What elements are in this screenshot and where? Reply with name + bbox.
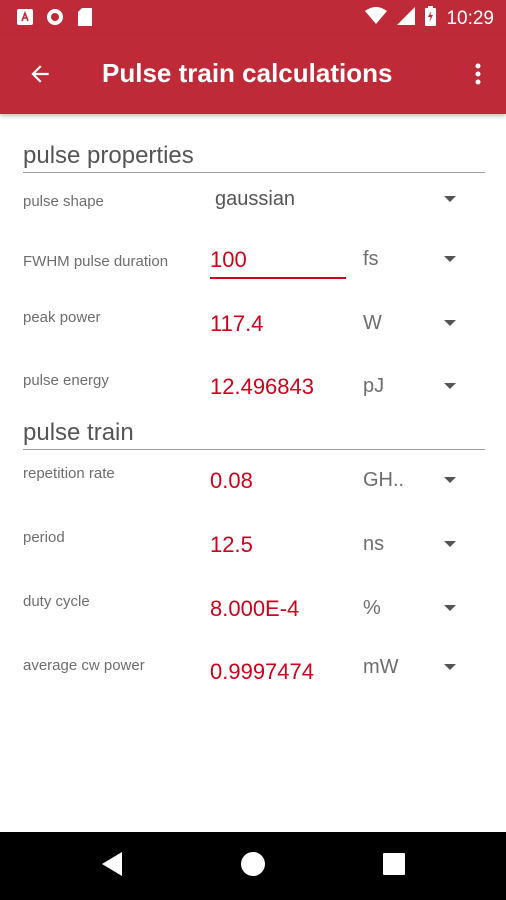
- pulse-shape-dropdown-icon[interactable]: [444, 196, 456, 202]
- repetition-rate-value[interactable]: 0.08: [210, 468, 253, 494]
- repetition-rate-label: repetition rate: [23, 465, 115, 482]
- nav-back-button[interactable]: [97, 850, 129, 882]
- app-a-icon: [16, 8, 34, 26]
- period-value[interactable]: 12.5: [210, 532, 253, 558]
- duty-cycle-value[interactable]: 8.000E-4: [210, 596, 299, 622]
- average-cw-power-unit-dropdown-icon[interactable]: [444, 664, 456, 670]
- nav-home-icon: [241, 851, 265, 881]
- fwhm-unit-dropdown-icon[interactable]: [444, 256, 456, 262]
- duty-cycle-unit-dropdown-icon[interactable]: [444, 605, 456, 611]
- fwhm-label: FWHM pulse duration: [23, 253, 169, 270]
- section-header-pulse-properties: pulse properties: [23, 142, 485, 173]
- peak-power-unit-select[interactable]: W: [363, 312, 382, 335]
- pulse-energy-value[interactable]: 12.496843: [210, 374, 314, 400]
- average-cw-power-value[interactable]: 0.9997474: [210, 659, 314, 685]
- period-label: period: [23, 529, 65, 546]
- period-unit-dropdown-icon[interactable]: [444, 541, 456, 547]
- status-bar: 10:29: [0, 0, 506, 34]
- pulse-energy-unit-dropdown-icon[interactable]: [444, 383, 456, 389]
- wifi-icon: [365, 7, 388, 31]
- status-left-icons: [16, 8, 94, 26]
- repetition-rate-unit-dropdown-icon[interactable]: [444, 477, 456, 483]
- fwhm-input-underline: [210, 277, 346, 279]
- pulse-shape-select[interactable]: gaussian: [215, 188, 295, 211]
- overflow-menu-button[interactable]: [464, 56, 492, 96]
- signal-icon: [397, 7, 416, 31]
- back-button[interactable]: [20, 56, 60, 96]
- battery-charging-icon: [425, 6, 437, 32]
- average-cw-power-unit-select[interactable]: mW: [363, 656, 399, 679]
- system-nav-bar: [0, 832, 506, 900]
- status-time: 10:29: [446, 8, 494, 29]
- peak-power-value[interactable]: 117.4: [210, 311, 263, 337]
- repetition-rate-unit-select[interactable]: GH..: [363, 469, 404, 492]
- nav-back-icon: [102, 851, 124, 881]
- page-title: Pulse train calculations: [102, 58, 393, 88]
- duty-cycle-label: duty cycle: [23, 593, 90, 610]
- record-icon: [46, 8, 64, 26]
- sd-card-icon: [76, 8, 94, 26]
- nav-home-button[interactable]: [237, 850, 269, 882]
- peak-power-label: peak power: [23, 309, 101, 326]
- status-right: 10:29: [365, 6, 494, 32]
- fwhm-input[interactable]: 100: [210, 247, 247, 273]
- back-arrow-icon: [27, 61, 53, 92]
- average-cw-power-label: average cw power: [23, 657, 145, 674]
- nav-recents-button[interactable]: [378, 850, 410, 882]
- nav-recents-icon: [383, 852, 405, 880]
- duty-cycle-unit-select[interactable]: %: [363, 597, 381, 620]
- overflow-menu-icon: [475, 62, 481, 91]
- pulse-energy-unit-select[interactable]: pJ: [363, 375, 384, 398]
- pulse-shape-label: pulse shape: [23, 193, 104, 210]
- period-unit-select[interactable]: ns: [363, 533, 384, 556]
- peak-power-unit-dropdown-icon[interactable]: [444, 320, 456, 326]
- pulse-energy-label: pulse energy: [23, 372, 109, 389]
- app-bar: Pulse train calculations: [0, 34, 506, 114]
- section-header-pulse-train: pulse train: [23, 419, 485, 450]
- fwhm-unit-select[interactable]: fs: [363, 248, 379, 271]
